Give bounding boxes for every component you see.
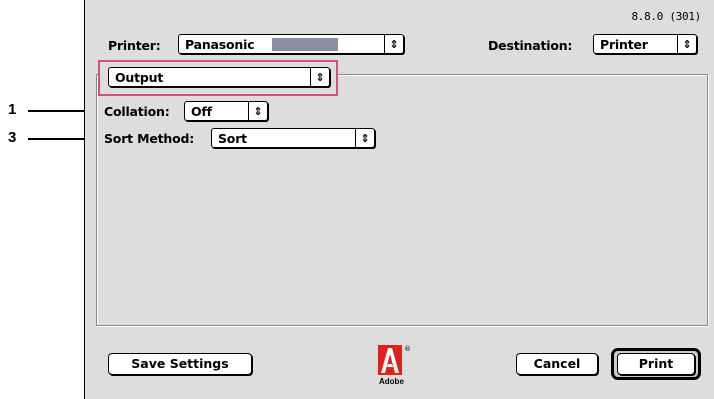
collation-popup[interactable]: Off ⇕ — [184, 101, 268, 121]
cancel-button[interactable]: Cancel — [516, 353, 598, 375]
printer-value: Panasonic — [185, 37, 255, 52]
destination-popup[interactable]: Printer ⇕ — [593, 34, 697, 54]
adobe-logo: ® Adobe — [378, 345, 414, 389]
destination-label: Destination: — [488, 38, 573, 53]
callout-number-1: 1 — [8, 101, 17, 118]
sort-method-value: Sort — [218, 131, 247, 146]
callout-number-3: 3 — [8, 129, 17, 146]
sort-method-popup[interactable]: Sort ⇕ — [211, 128, 375, 148]
updown-arrows-icon: ⇕ — [384, 35, 403, 53]
print-button[interactable]: Print — [617, 353, 695, 375]
updown-arrows-icon: ⇕ — [677, 35, 696, 53]
redacted-printer-name — [272, 38, 338, 51]
sort-method-label: Sort Method: — [104, 131, 195, 146]
panel-menu-popup[interactable]: Output ⇕ — [108, 67, 330, 87]
collation-label: Collation: — [104, 104, 170, 119]
adobe-logo-text: Adobe — [379, 377, 404, 386]
updown-arrows-icon: ⇕ — [310, 68, 329, 86]
printer-popup[interactable]: Panasonic ⇕ — [178, 34, 404, 54]
version-label: 8.8.0 (301) — [631, 10, 701, 23]
updown-arrows-icon: ⇕ — [248, 102, 267, 120]
save-settings-button[interactable]: Save Settings — [108, 353, 252, 375]
destination-value: Printer — [600, 37, 648, 52]
updown-arrows-icon: ⇕ — [355, 129, 374, 147]
collation-value: Off — [191, 104, 212, 119]
panel-menu-value: Output — [115, 70, 164, 85]
adobe-registered-mark: ® — [404, 345, 411, 353]
printer-label: Printer: — [108, 38, 161, 53]
